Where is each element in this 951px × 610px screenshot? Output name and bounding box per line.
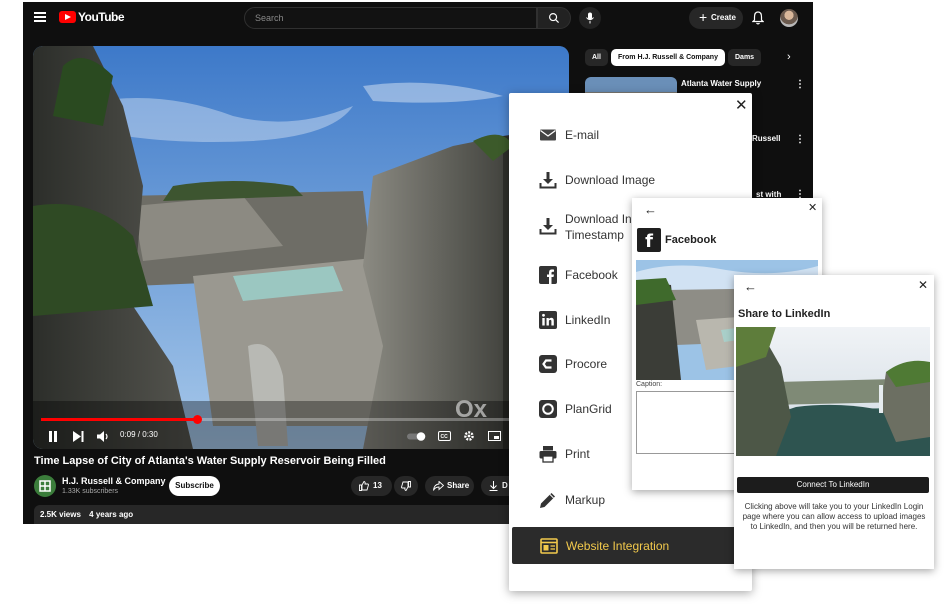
video-description-box[interactable]: 2.5K views 4 years ago — [34, 505, 554, 524]
facebook-icon — [539, 266, 557, 284]
menu-item-download-image[interactable]: Download Image — [511, 162, 736, 198]
linkedin-help-text: Clicking above will take you to your Lin… — [742, 502, 926, 531]
subscriber-count: 1.33K subscribers — [62, 488, 119, 495]
search-input[interactable]: Search — [244, 7, 537, 29]
dislike-button[interactable] — [394, 476, 418, 496]
menu-item-label: Procore — [565, 357, 608, 371]
print-icon — [539, 446, 557, 463]
download-label: D — [502, 481, 508, 490]
settings-gear-icon[interactable] — [463, 430, 475, 442]
download-arrow-icon — [489, 481, 498, 491]
menu-item-label-line2: Timestamp — [565, 228, 624, 242]
reservoir-preview-image — [736, 327, 930, 456]
youtube-logo-icon[interactable] — [59, 11, 76, 23]
video-title: Time Lapse of City of Atlanta's Water Su… — [34, 455, 386, 467]
like-button[interactable]: 13 — [351, 476, 392, 496]
share-label: Share — [447, 481, 470, 490]
next-icon[interactable] — [73, 431, 84, 442]
share-button[interactable]: Share — [425, 476, 474, 496]
menu-item-label: Markup — [565, 493, 606, 507]
menu-item-label-line1: Download In — [565, 212, 632, 226]
channel-avatar[interactable] — [34, 475, 56, 497]
procore-icon — [539, 355, 557, 373]
chips-scroll-right-icon[interactable]: › — [787, 51, 791, 63]
back-arrow-icon[interactable]: ← — [744, 279, 757, 294]
channel-name[interactable]: H.J. Russell & Company — [62, 476, 166, 486]
chip-from-channel[interactable]: From H.J. Russell & Company — [611, 49, 725, 66]
plangrid-icon — [539, 400, 557, 418]
menu-item-label: PlanGrid — [565, 402, 612, 416]
video-progress-fill — [41, 418, 197, 421]
svg-text:CC: CC — [441, 434, 449, 440]
download-icon — [539, 172, 557, 189]
youtube-top-bar: YouTube Search Create — [23, 2, 813, 34]
view-count: 2.5K views — [40, 510, 81, 519]
linkedin-icon — [539, 311, 557, 329]
pen-icon — [540, 493, 555, 508]
search-icon — [549, 13, 560, 24]
menu-icon[interactable] — [34, 12, 46, 22]
connect-to-linkedin-button[interactable]: Connect To LinkedIn — [737, 477, 929, 493]
video-progress-handle[interactable] — [193, 415, 202, 424]
facebook-icon: f — [637, 228, 661, 252]
panel-title: Facebook — [665, 234, 717, 246]
share-arrow-icon — [433, 481, 444, 491]
youtube-logo-text[interactable]: YouTube — [78, 10, 125, 24]
notifications-bell-icon[interactable] — [752, 11, 764, 25]
menu-item-label: LinkedIn — [565, 313, 611, 327]
share-image-preview — [736, 327, 930, 456]
chip-dams[interactable]: Dams — [728, 49, 762, 66]
captions-icon[interactable]: CC — [438, 431, 451, 441]
autoplay-toggle-icon[interactable] — [407, 432, 427, 441]
website-integration-icon — [540, 537, 558, 554]
like-count: 13 — [373, 481, 382, 490]
channel-logo-icon — [39, 480, 51, 492]
video-player[interactable]: Ox 0:09 / 0:30 CC — [33, 46, 569, 449]
video-time-readout: 0:09 / 0:30 — [120, 430, 158, 439]
menu-item-email[interactable]: E-mail — [511, 117, 736, 153]
linkedin-share-panel: ← ✕ Share to LinkedIn Connect To LinkedI… — [734, 275, 934, 569]
user-avatar[interactable] — [780, 9, 798, 27]
upload-age: 4 years ago — [89, 510, 134, 519]
download-timestamp-icon — [539, 218, 557, 235]
recommendation-title[interactable]: Atlanta Water Supply Program Overview — [681, 79, 786, 90]
voice-search-button[interactable] — [579, 7, 601, 29]
thumbs-up-icon — [359, 481, 369, 491]
search-button[interactable] — [537, 7, 571, 29]
panel-title: Share to LinkedIn — [738, 308, 831, 320]
close-icon[interactable]: ✕ — [735, 96, 748, 114]
create-button[interactable]: Create — [689, 7, 743, 29]
menu-item-label: Print — [565, 447, 590, 461]
volume-icon[interactable] — [97, 431, 110, 442]
thumbs-down-icon — [401, 481, 411, 491]
menu-item-label: Website Integration — [566, 538, 670, 553]
miniplayer-icon[interactable] — [488, 431, 501, 441]
menu-item-label: Download Image — [565, 173, 656, 187]
subscribe-button[interactable]: Subscribe — [169, 476, 220, 496]
caption-label: Caption: — [636, 381, 663, 388]
microphone-icon — [586, 12, 594, 24]
close-icon[interactable]: ✕ — [918, 278, 928, 292]
menu-item-website-integration[interactable]: Website Integration — [512, 527, 749, 564]
more-options-icon[interactable]: ⋮ — [795, 134, 805, 145]
menu-item-label: Facebook — [565, 268, 618, 282]
video-frame-quarry-image — [33, 46, 569, 449]
more-options-icon[interactable]: ⋮ — [795, 79, 805, 90]
email-icon — [540, 129, 556, 141]
back-arrow-icon[interactable]: ← — [644, 202, 657, 217]
close-icon[interactable]: ✕ — [808, 201, 817, 214]
menu-item-label: E-mail — [565, 128, 600, 142]
recommendation-title[interactable]: Russell — [752, 134, 792, 144]
pause-icon[interactable] — [48, 431, 58, 442]
chip-all[interactable]: All — [585, 49, 608, 66]
